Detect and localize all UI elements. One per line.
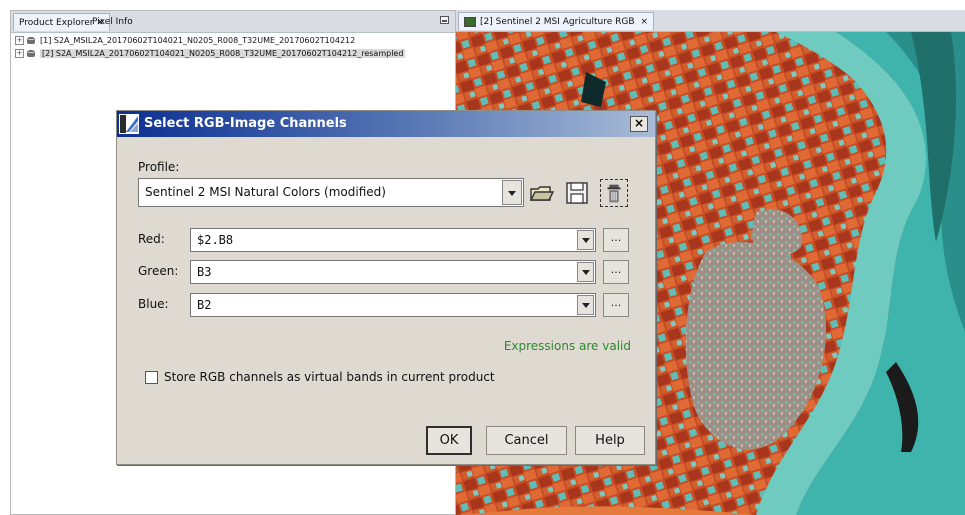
chevron-down-icon[interactable] [577, 295, 594, 315]
tab-sentinel-rgb-label: [2] Sentinel 2 MSI Agriculture RGB [480, 17, 635, 27]
image-icon [464, 16, 476, 27]
blue-expression-value: B2 [197, 298, 212, 312]
tab-sentinel-rgb[interactable]: [2] Sentinel 2 MSI Agriculture RGB × [458, 12, 655, 30]
tab-pixel-info-label: Pixel Info [92, 17, 133, 27]
red-channel-label: Red: [138, 232, 165, 246]
red-expression-value: $2.B8 [197, 233, 234, 247]
right-tab-bar: [2] Sentinel 2 MSI Agriculture RGB × [456, 10, 965, 32]
delete-trash-icon[interactable] [600, 179, 628, 207]
green-channel-label: Green: [138, 264, 179, 278]
chevron-down-icon[interactable] [577, 230, 594, 250]
product-label: [2] S2A_MSIL2A_20170602T104021_N0205_R00… [40, 49, 406, 58]
left-tab-bar: Product Explorer ✕ Pixel Info [11, 11, 455, 33]
expression-status: Expressions are valid [503, 339, 631, 353]
close-icon[interactable]: × [641, 17, 649, 27]
blue-channel-label: Blue: [138, 297, 169, 311]
green-expression-field[interactable]: B3 [190, 260, 596, 284]
blue-expression-field[interactable]: B2 [190, 293, 596, 317]
virtual-bands-label[interactable]: Store RGB channels as virtual bands in c… [164, 370, 495, 384]
profile-select-value: Sentinel 2 MSI Natural Colors (modified) [145, 185, 386, 199]
product-icon [27, 49, 36, 58]
dialog-titlebar[interactable]: Select RGB-Image Channels × [117, 111, 655, 137]
tab-pixel-info[interactable]: Pixel Info [87, 13, 138, 31]
expand-icon[interactable]: + [15, 49, 24, 58]
product-tree-item[interactable]: + [2] S2A_MSIL2A_20170602T104021_N0205_R0… [15, 48, 406, 60]
dialog-title: Select RGB-Image Channels [144, 116, 347, 131]
red-edit-expression-button[interactable]: ... [603, 228, 629, 252]
cancel-button[interactable]: Cancel [486, 426, 567, 455]
blue-edit-expression-button[interactable]: ... [603, 293, 629, 317]
save-disk-icon[interactable] [564, 180, 590, 206]
product-icon [27, 36, 36, 45]
red-expression-field[interactable]: $2.B8 [190, 228, 596, 252]
green-expression-value: B3 [197, 265, 212, 279]
close-icon[interactable]: × [630, 116, 648, 132]
product-label: [1] S2A_MSIL2A_20170602T104021_N0205_R00… [40, 36, 356, 45]
expand-icon[interactable]: + [15, 36, 24, 45]
product-tree-item[interactable]: + [1] S2A_MSIL2A_20170602T104021_N0205_R0… [15, 35, 355, 47]
profile-select[interactable]: Sentinel 2 MSI Natural Colors (modified) [138, 178, 524, 207]
open-folder-icon[interactable] [528, 180, 554, 206]
snap-app-icon [119, 114, 139, 134]
tab-product-explorer-label: Product Explorer [19, 18, 94, 28]
profile-label: Profile: [138, 160, 180, 174]
green-edit-expression-button[interactable]: ... [603, 260, 629, 284]
ok-button[interactable]: OK [426, 426, 472, 455]
chevron-down-icon[interactable] [577, 262, 594, 282]
help-button[interactable]: Help [575, 426, 645, 455]
chevron-down-icon[interactable] [502, 180, 522, 205]
minimize-icon[interactable] [440, 16, 449, 24]
rgb-channels-dialog: Select RGB-Image Channels × Profile: Sen… [116, 110, 656, 465]
virtual-bands-checkbox[interactable] [145, 371, 158, 384]
